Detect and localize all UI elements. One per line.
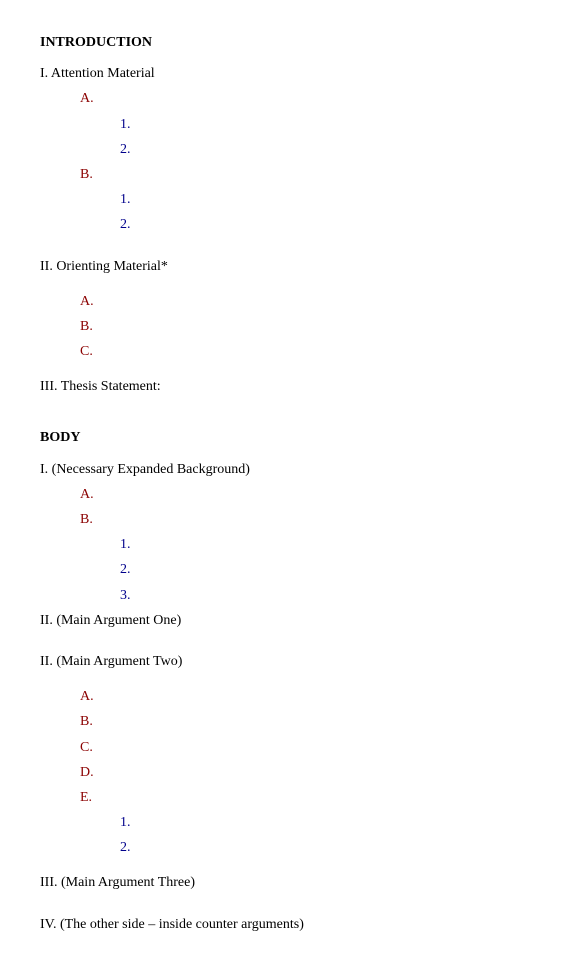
body-i-b-1: 1. — [120, 532, 531, 557]
body-ii-first: II. (Main Argument One) — [40, 608, 531, 633]
body-ii-e-1: 1. — [120, 810, 531, 835]
introduction-heading: INTRODUCTION — [40, 30, 531, 55]
body-iii: III. (Main Argument Three) — [40, 870, 531, 895]
body-i: I. (Necessary Expanded Background) — [40, 457, 531, 482]
body-ii-d: D. — [80, 760, 531, 785]
body-ii-c: C. — [80, 735, 531, 760]
intro-i-a-1: 1. — [120, 112, 531, 137]
intro-ii: II. Orienting Material* — [40, 254, 531, 279]
body-heading: BODY — [40, 425, 531, 450]
intro-iii: III. Thesis Statement: — [40, 374, 531, 399]
body-ii: II. (Main Argument Two) — [40, 649, 531, 674]
intro-ii-c: C. — [80, 339, 531, 364]
intro-i-a-2: 2. — [120, 137, 531, 162]
body-ii-b: B. — [80, 709, 531, 734]
body-i-a: A. — [80, 482, 531, 507]
body-ii-e-2: 2. — [120, 835, 531, 860]
intro-ii-b: B. — [80, 314, 531, 339]
body-ii-a: A. — [80, 684, 531, 709]
intro-i-b: B. — [80, 162, 531, 187]
body-i-b-2: 2. — [120, 557, 531, 582]
body-i-b: B. — [80, 507, 531, 532]
body-iv: IV. (The other side – inside counter arg… — [40, 912, 531, 937]
intro-i: I. Attention Material — [40, 61, 531, 86]
body-ii-e: E. — [80, 785, 531, 810]
outline: INTRODUCTION I. Attention Material A. 1.… — [40, 30, 531, 937]
intro-i-b-1: 1. — [120, 187, 531, 212]
intro-i-a: A. — [80, 86, 531, 111]
body-i-b-3: 3. — [120, 583, 531, 608]
intro-ii-a: A. — [80, 289, 531, 314]
intro-i-b-2: 2. — [120, 212, 531, 237]
